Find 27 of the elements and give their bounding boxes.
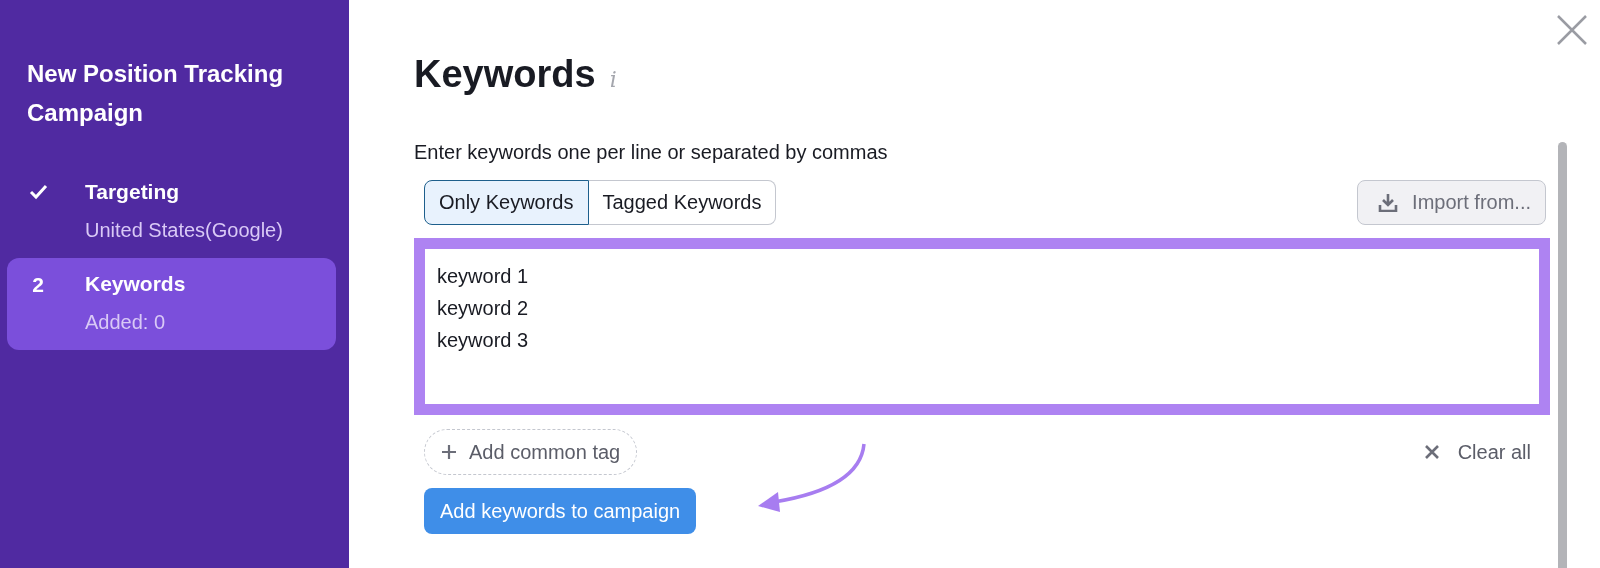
- clear-all-button[interactable]: Clear all: [1423, 440, 1531, 464]
- add-tag-button[interactable]: Add common tag: [424, 429, 638, 475]
- download-icon: [1378, 193, 1399, 212]
- close-icon: [1423, 444, 1440, 460]
- instructions-text: Enter keywords one per line or separated by commas: [414, 140, 889, 164]
- tab[interactable]: Only Keywords: [424, 180, 589, 225]
- step-number: 2: [32, 273, 44, 298]
- keywords-field[interactable]: keyword 1 keyword 2 keyword 3: [414, 238, 1550, 415]
- tab[interactable]: Tagged Keywords: [588, 180, 777, 225]
- scrollbar[interactable]: [1558, 142, 1567, 568]
- step-detail: Added: 0: [85, 310, 167, 335]
- plus-icon: [441, 444, 457, 460]
- keyword-line: keyword 2: [437, 296, 530, 321]
- check-icon: [28, 183, 48, 200]
- close-icon: [1556, 14, 1588, 46]
- keyword-line: keyword 1: [437, 264, 530, 289]
- sidebar-step[interactable]: Targeting United States(Google): [7, 166, 336, 258]
- page-title: Keywords: [414, 52, 596, 97]
- add-keywords-button[interactable]: Add keywords to campaign: [424, 488, 697, 534]
- import-button[interactable]: Import from...: [1357, 180, 1546, 225]
- close-button[interactable]: [1556, 14, 1588, 46]
- campaign-title: New Position Tracking Campaign: [26, 59, 285, 128]
- sidebar-step[interactable]: 2 Keywords Added: 0: [7, 258, 336, 350]
- step-detail: United States(Google): [85, 218, 283, 243]
- step-label[interactable]: Keywords: [85, 270, 186, 298]
- step-label[interactable]: Targeting: [85, 178, 283, 206]
- keyword-line: keyword 3: [437, 328, 530, 353]
